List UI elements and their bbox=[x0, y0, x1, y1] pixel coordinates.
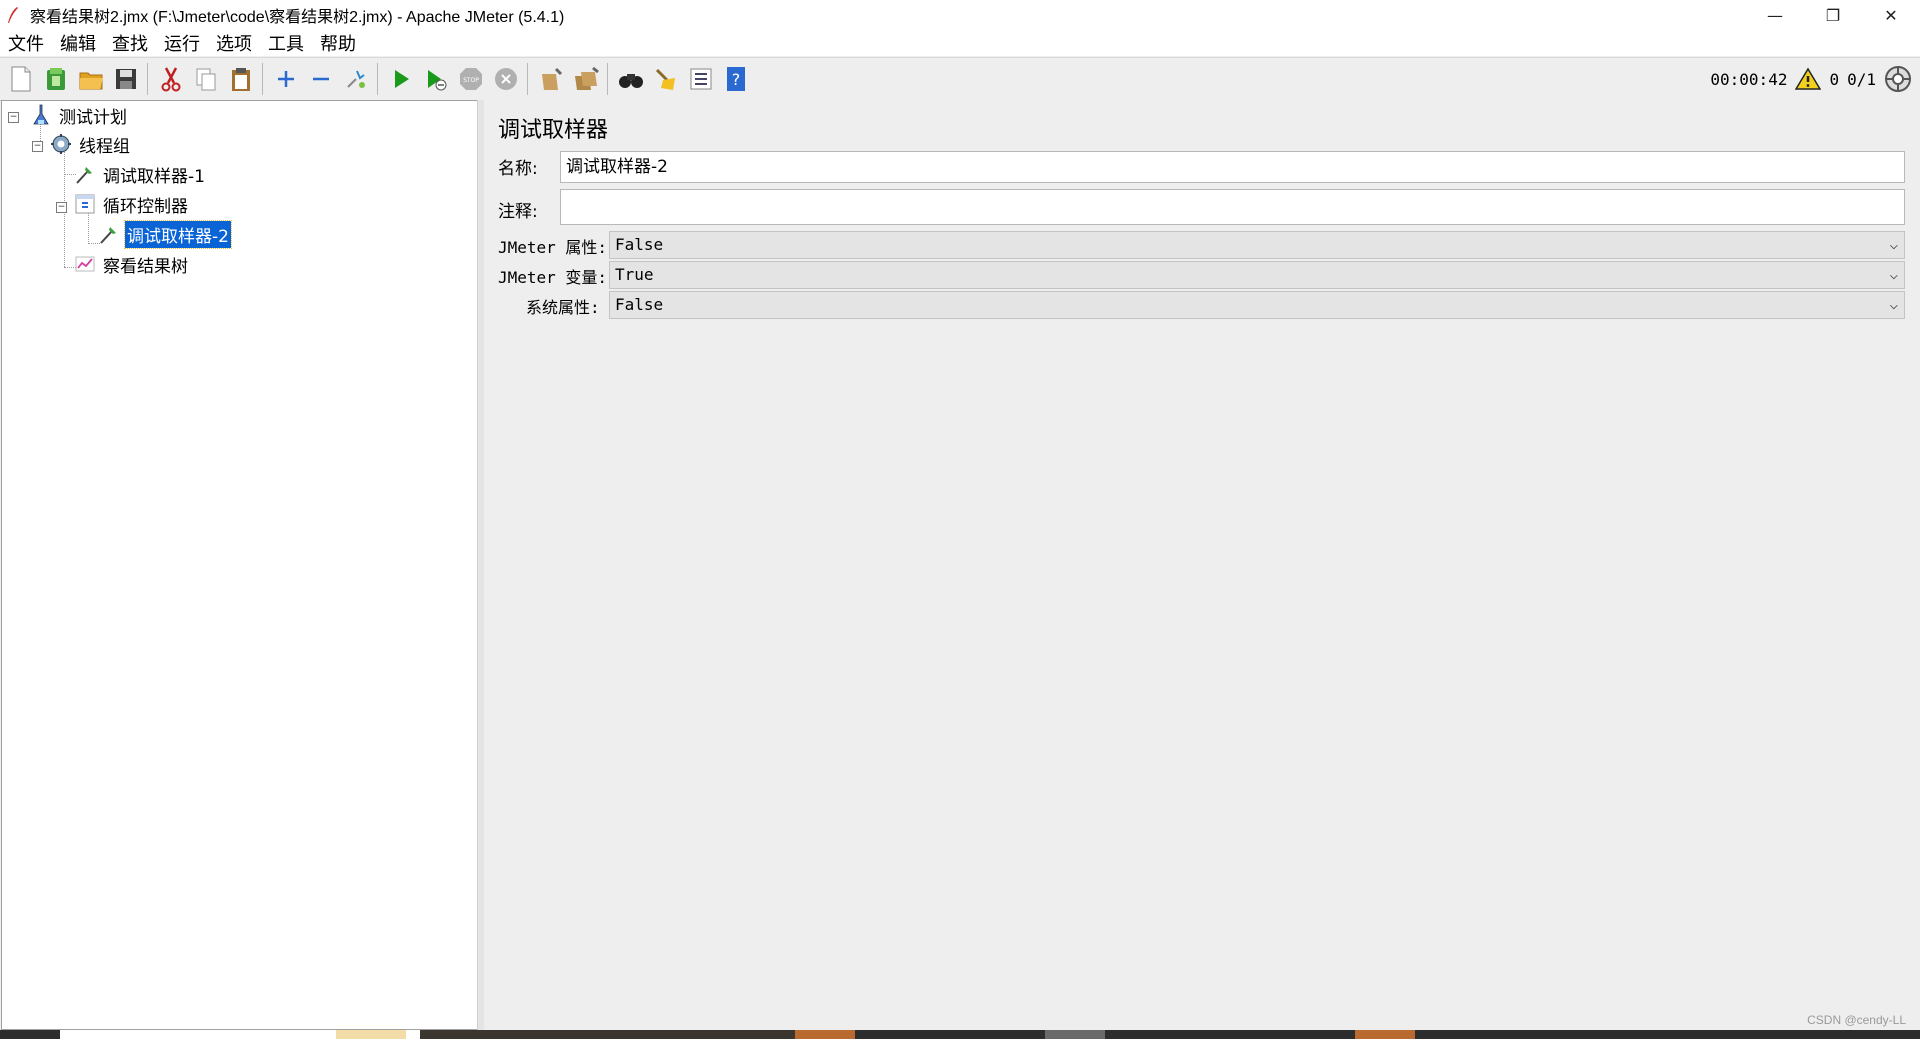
loop-controller-icon bbox=[74, 193, 96, 215]
sampler-icon bbox=[98, 223, 120, 245]
toolbar-separator bbox=[262, 63, 263, 95]
elapsed-timer: 00:00:42 bbox=[1710, 69, 1788, 89]
toggle-icon[interactable] bbox=[340, 63, 372, 95]
cut-icon[interactable] bbox=[155, 63, 187, 95]
function-helper-icon[interactable] bbox=[685, 63, 717, 95]
toolbar-separator bbox=[527, 63, 528, 95]
reset-search-icon[interactable] bbox=[650, 63, 682, 95]
chevron-down-icon: ⌵ bbox=[1889, 267, 1898, 283]
tree-item-thread-group[interactable]: 线程组 bbox=[50, 131, 132, 157]
tree-label: 线程组 bbox=[79, 136, 130, 157]
tree-label: 调试取样器-1 bbox=[103, 166, 205, 187]
shutdown-icon[interactable] bbox=[490, 63, 522, 95]
toolbar-separator bbox=[377, 63, 378, 95]
error-count: 0 bbox=[1829, 69, 1840, 89]
jmeter-properties-value: False bbox=[615, 235, 664, 254]
menu-tools[interactable]: 工具 bbox=[267, 30, 305, 56]
system-properties-select[interactable]: False ⌵ bbox=[609, 291, 1905, 319]
thread-count: 0/1 bbox=[1847, 69, 1876, 89]
close-button[interactable]: ✕ bbox=[1862, 0, 1920, 30]
comment-label: 注释: bbox=[498, 202, 538, 222]
test-plan-tree: − 测试计划 − 线程组 调试取样器-1 − 循环控制器 调试取样器-2 察看结… bbox=[1, 100, 478, 1030]
toolbar: STOP ? 00:00:42 0 0/1 bbox=[0, 57, 1920, 101]
save-icon[interactable] bbox=[110, 63, 142, 95]
open-icon[interactable] bbox=[75, 63, 107, 95]
start-icon[interactable] bbox=[385, 63, 417, 95]
clear-icon[interactable] bbox=[535, 63, 567, 95]
tree-item-loop-controller[interactable]: 循环控制器 bbox=[74, 191, 190, 217]
thread-group-icon bbox=[50, 133, 72, 155]
new-icon[interactable] bbox=[5, 63, 37, 95]
menu-bar: 文件 编辑 查找 运行 选项 工具 帮助 bbox=[0, 30, 1920, 56]
panel-title: 调试取样器 bbox=[498, 118, 609, 143]
system-properties-label: 系统属性: bbox=[526, 298, 600, 317]
sampler-icon bbox=[74, 163, 96, 185]
comment-field[interactable] bbox=[560, 189, 1905, 225]
taskbar-segment bbox=[1355, 1030, 1415, 1039]
taskbar-segment bbox=[1045, 1030, 1105, 1039]
tree-item-debug-sampler-2[interactable]: 调试取样器-2 bbox=[98, 219, 232, 249]
name-field[interactable]: 调试取样器-2 bbox=[560, 151, 1905, 183]
restore-button[interactable]: ❐ bbox=[1804, 0, 1862, 30]
tree-item-debug-sampler-1[interactable]: 调试取样器-1 bbox=[74, 161, 207, 187]
chevron-down-icon: ⌵ bbox=[1889, 237, 1898, 253]
help-icon[interactable]: ? bbox=[720, 63, 752, 95]
toolbar-separator bbox=[607, 63, 608, 95]
taskbar-segment bbox=[336, 1030, 406, 1039]
window-title: 察看结果树2.jmx (F:\Jmeter\code\察看结果树2.jmx) -… bbox=[30, 9, 565, 26]
tree-collapse-toggle[interactable]: − bbox=[32, 141, 43, 152]
menu-search[interactable]: 查找 bbox=[111, 30, 149, 56]
expand-icon[interactable] bbox=[270, 63, 302, 95]
jmeter-properties-select[interactable]: False ⌵ bbox=[609, 231, 1905, 259]
svg-text:?: ? bbox=[732, 70, 741, 89]
jmeter-variables-label: JMeter 变量: bbox=[498, 268, 608, 287]
tree-label: 循环控制器 bbox=[103, 196, 188, 217]
test-plan-icon bbox=[30, 104, 52, 126]
menu-options[interactable]: 选项 bbox=[215, 30, 253, 56]
menu-run[interactable]: 运行 bbox=[163, 30, 201, 56]
templates-icon[interactable] bbox=[40, 63, 72, 95]
menu-file[interactable]: 文件 bbox=[7, 30, 45, 56]
start-no-pauses-icon[interactable] bbox=[420, 63, 452, 95]
copy-icon[interactable] bbox=[190, 63, 222, 95]
tree-label: 测试计划 bbox=[59, 107, 127, 128]
jmeter-feather-icon bbox=[8, 7, 18, 23]
toolbar-separator bbox=[147, 63, 148, 95]
taskbar-segment bbox=[420, 1030, 795, 1039]
tree-collapse-toggle[interactable]: − bbox=[56, 202, 67, 213]
paste-icon[interactable] bbox=[225, 63, 257, 95]
title-bar: 察看结果树2.jmx (F:\Jmeter\code\察看结果树2.jmx) -… bbox=[0, 0, 1920, 30]
result-tree-icon bbox=[74, 253, 96, 275]
tree-item-test-plan[interactable]: 测试计划 bbox=[30, 102, 129, 128]
svg-text:STOP: STOP bbox=[463, 77, 479, 84]
search-icon[interactable] bbox=[615, 63, 647, 95]
collapse-icon[interactable] bbox=[305, 63, 337, 95]
tree-label: 察看结果树 bbox=[103, 256, 188, 277]
tree-item-view-results-tree[interactable]: 察看结果树 bbox=[74, 251, 190, 277]
jmeter-variables-select[interactable]: True ⌵ bbox=[609, 261, 1905, 289]
name-label: 名称: bbox=[498, 159, 538, 179]
menu-edit[interactable]: 编辑 bbox=[59, 30, 97, 56]
stop-icon[interactable]: STOP bbox=[455, 63, 487, 95]
menu-help[interactable]: 帮助 bbox=[319, 30, 357, 56]
jmeter-properties-label: JMeter 属性: bbox=[498, 238, 608, 257]
tree-collapse-toggle[interactable]: − bbox=[8, 112, 19, 123]
watermark: CSDN @cendy-LL bbox=[1807, 1013, 1906, 1027]
chevron-down-icon: ⌵ bbox=[1889, 297, 1898, 313]
tree-label-selected: 调试取样器-2 bbox=[124, 219, 232, 249]
remote-status-icon bbox=[1884, 65, 1912, 93]
debug-sampler-panel: 调试取样器 名称: 调试取样器-2 注释: JMeter 属性: False ⌵… bbox=[484, 100, 1920, 1030]
minimize-button[interactable]: — bbox=[1746, 0, 1804, 30]
taskbar-segment bbox=[795, 1030, 855, 1039]
system-properties-value: False bbox=[615, 295, 664, 314]
jmeter-variables-value: True bbox=[615, 265, 654, 284]
taskbar-strip bbox=[0, 1030, 1920, 1039]
warning-icon[interactable] bbox=[1795, 67, 1822, 91]
clear-all-icon[interactable] bbox=[570, 63, 602, 95]
